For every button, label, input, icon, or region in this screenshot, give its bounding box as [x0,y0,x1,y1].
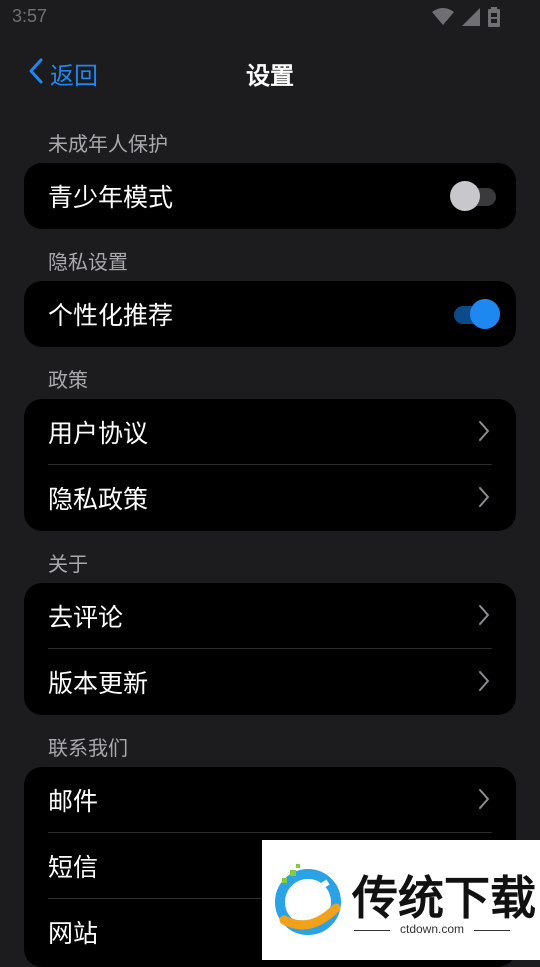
cellular-signal-icon [462,8,480,30]
row-label: 版本更新 [48,669,149,698]
page-title: 设置 [246,62,294,90]
row-version-update[interactable]: 版本更新 [24,649,516,715]
section-header-about: 关于 [48,552,88,576]
watermark-rule [474,930,510,931]
chevron-right-icon [478,670,490,696]
watermark-logo-icon [270,862,346,942]
battery-icon [488,7,500,31]
chevron-right-icon [478,420,490,446]
watermark-overlay: 传统下载 ctdown.com [262,840,540,960]
row-youth-mode[interactable]: 青少年模式 [24,163,516,229]
section-header-contact-us: 联系我们 [48,736,128,760]
status-icons [432,7,500,31]
card-about: 去评论 版本更新 [24,583,516,715]
card-privacy-settings: 个性化推荐 [24,281,516,347]
watermark-url: ctdown.com [399,922,465,936]
status-time: 3:57 [12,6,48,26]
row-email[interactable]: 邮件 [24,767,516,833]
card-policy: 用户协议 隐私政策 [24,399,516,531]
row-label: 网站 [48,919,99,948]
wifi-icon [432,8,454,30]
row-privacy-policy[interactable]: 隐私政策 [24,465,516,531]
chevron-right-icon [478,486,490,512]
section-header-privacy-settings: 隐私设置 [48,250,128,274]
row-rate[interactable]: 去评论 [24,583,516,649]
card-minor-protection: 青少年模式 [24,163,516,229]
personalized-recommendation-toggle[interactable] [450,297,500,331]
row-label: 个性化推荐 [48,301,174,330]
row-label: 去评论 [48,603,124,632]
row-label: 青少年模式 [48,183,174,212]
row-user-agreement[interactable]: 用户协议 [24,399,516,465]
section-header-minor-protection: 未成年人保护 [48,132,168,156]
nav-bar: 返回 设置 [0,48,540,98]
status-bar: 3:57 [0,0,540,36]
row-label: 隐私政策 [48,485,149,514]
section-header-policy: 政策 [48,368,88,392]
toggle-knob [470,299,500,329]
chevron-right-icon [478,788,490,814]
toggle-knob [450,181,480,211]
youth-mode-toggle[interactable] [450,179,500,213]
chevron-right-icon [478,604,490,630]
row-label: 短信 [48,853,99,882]
row-label: 用户协议 [48,419,149,448]
watermark-title: 传统下载 [352,871,536,925]
row-personalized-recommendation[interactable]: 个性化推荐 [24,281,516,347]
row-label: 邮件 [48,787,99,816]
